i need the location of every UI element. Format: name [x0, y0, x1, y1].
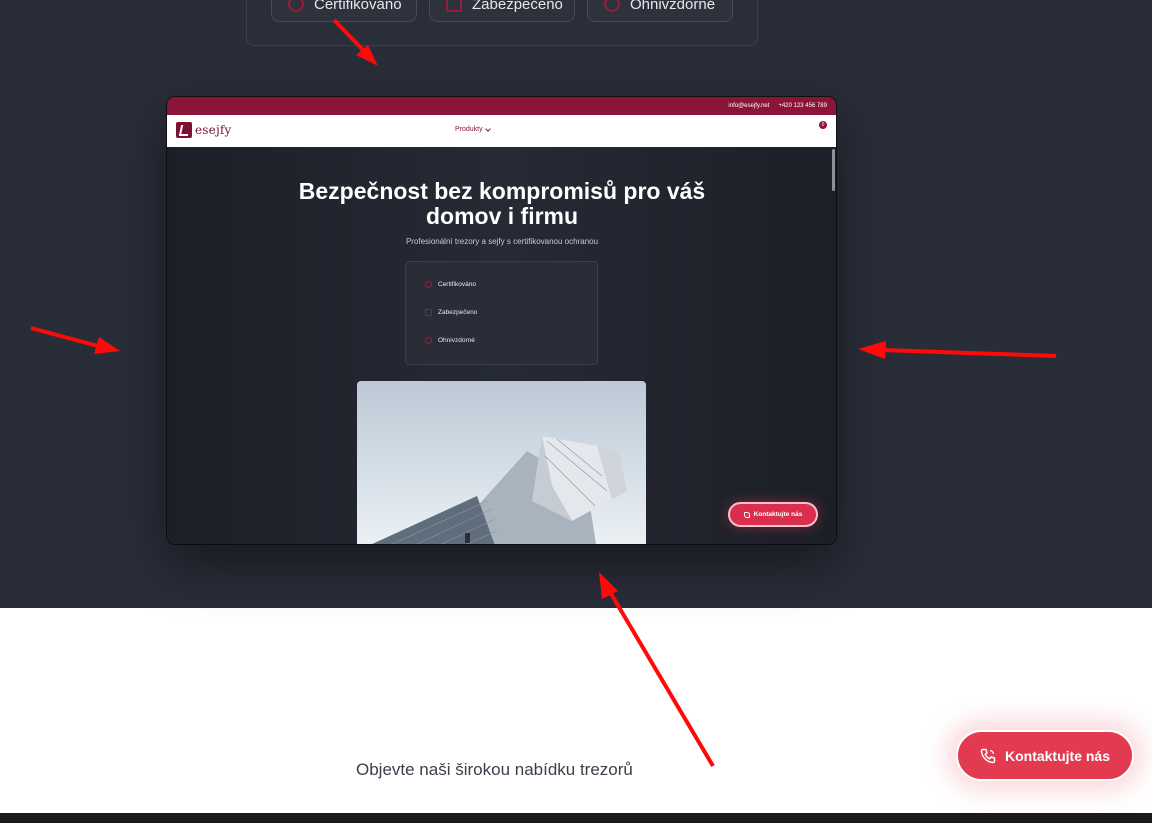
footer-edge: [0, 813, 1152, 823]
floating-contact-button[interactable]: Kontaktujte nás: [956, 730, 1134, 781]
section-tagline: Objevte naši širokou nabídku trezorů: [356, 760, 633, 779]
preview-hero-subtitle: Profesionální trezory a sejfy s certifik…: [405, 237, 599, 246]
preview-logo[interactable]: esejfy: [176, 122, 232, 138]
preview-hero-title: Bezpečnost bez kompromisů pro váš domov …: [298, 178, 706, 229]
floating-contact-label: Kontaktujte nás: [1004, 747, 1110, 764]
preview-email[interactable]: info@esejfy.net: [728, 103, 769, 109]
shield-icon: [425, 281, 432, 288]
website-preview-screenshot: info@esejfy.net +420 123 456 789 esejfy …: [167, 97, 836, 544]
preview-topbar: info@esejfy.net +420 123 456 789: [167, 97, 836, 115]
building-illustration: [372, 436, 627, 544]
badge-secured: Zabezpečeno: [429, 0, 575, 22]
phone-icon: [980, 748, 996, 763]
feature-label: Zabezpečeno: [438, 309, 478, 316]
badge-fireproof: Ohnivzdorné: [587, 0, 733, 22]
preview-features-card: Certifikováno Zabezpečeno Ohnivzdorné: [405, 261, 598, 365]
badge-label: Ohnivzdorné: [630, 0, 716, 13]
lock-icon: [425, 309, 432, 316]
feature-label: Ohnivzdorné: [438, 337, 475, 344]
shield-icon: [288, 0, 304, 12]
lock-icon: [446, 0, 462, 12]
preview-feature-certified: Certifikováno: [425, 281, 476, 288]
preview-feature-secured: Zabezpečeno: [425, 309, 477, 316]
nav-products-label: Produkty: [455, 126, 483, 133]
preview-contact-button[interactable]: Kontaktujte nás: [728, 502, 818, 527]
preview-navbar: esejfy Produkty 0: [167, 115, 836, 147]
badge-certified: Certifikováno: [271, 0, 417, 22]
preview-scrollbar[interactable]: [832, 149, 835, 191]
phone-icon: [743, 511, 750, 518]
preview-phone[interactable]: +420 123 456 789: [778, 103, 827, 109]
chevron-down-icon: [484, 125, 491, 132]
preview-building-image: [357, 381, 646, 544]
flame-icon: [425, 337, 432, 344]
hero-dark-section: Certifikováno Zabezpečeno Ohnivzdorné in…: [0, 0, 1152, 608]
badge-label: Zabezpečeno: [472, 0, 563, 13]
preview-contact-label: Kontaktujte nás: [753, 511, 803, 518]
feature-label: Certifikováno: [438, 281, 476, 288]
preview-nav-products[interactable]: Produkty: [455, 125, 491, 133]
preview-feature-fireproof: Ohnivzdorné: [425, 337, 475, 344]
features-panel: Certifikováno Zabezpečeno Ohnivzdorné: [246, 0, 758, 46]
logo-mark-icon: [176, 122, 192, 138]
logo-wordmark: esejfy: [195, 123, 232, 137]
flame-icon: [604, 0, 620, 12]
badge-label: Certifikováno: [314, 0, 402, 13]
cart-badge[interactable]: 0: [819, 121, 827, 129]
